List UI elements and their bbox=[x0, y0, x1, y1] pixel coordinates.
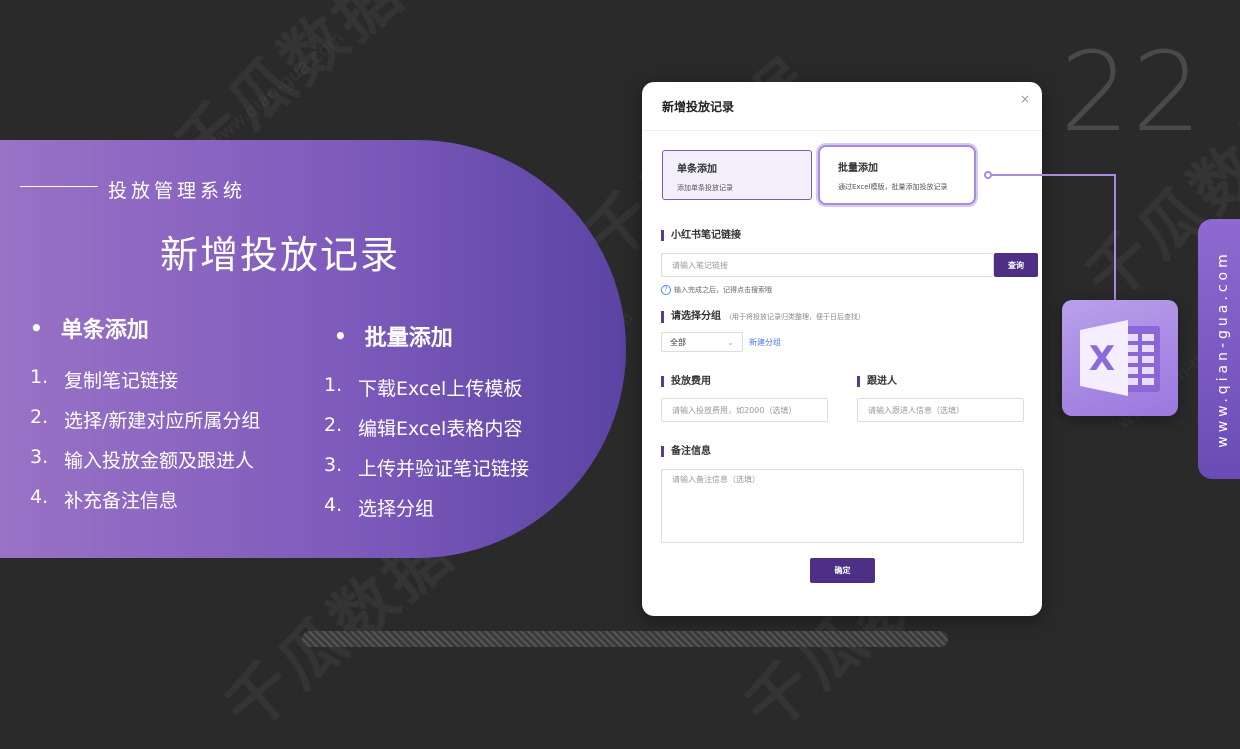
modal-divider bbox=[642, 130, 1042, 131]
step-text: 上传并验证笔记链接 bbox=[358, 458, 530, 480]
group-label-text: 请选择分组 bbox=[671, 311, 721, 322]
step-number: 2. bbox=[324, 414, 343, 436]
step-text: 复制笔记链接 bbox=[64, 370, 179, 392]
excel-letter: X bbox=[1089, 339, 1115, 379]
step-item: 3. 输入投放金额及跟进人 bbox=[30, 446, 260, 486]
subtitle-rule bbox=[20, 186, 98, 187]
batch-add-heading-text: 批量添加 bbox=[364, 326, 453, 351]
card-desc: 通过Excel模版，批量添加投放记录 bbox=[838, 183, 948, 191]
step-item: 4. 补充备注信息 bbox=[30, 486, 260, 526]
follower-input[interactable]: 请输入跟进人信息（选填） bbox=[857, 398, 1024, 422]
group-label: 请选择分组 （用于将投放记录归类整理，便于日后查找） bbox=[661, 311, 865, 323]
card-desc: 添加单条投放记录 bbox=[677, 184, 733, 192]
single-add-column: • 单条添加 1. 复制笔记链接 2. 选择/新建对应所属分组 3. 输入投放金额及跟… bbox=[30, 312, 260, 526]
modal-title: 新增投放记录 bbox=[662, 100, 735, 114]
bullet-dot: • bbox=[30, 316, 43, 340]
group-select[interactable]: 全部 ⌄ bbox=[661, 332, 743, 352]
step-item: 2. 编辑Excel表格内容 bbox=[324, 414, 529, 454]
step-item: 3. 上传并验证笔记链接 bbox=[324, 454, 529, 494]
step-number: 4. bbox=[30, 486, 49, 508]
search-tip: ? 输入完成之后，记得点击搜索哦 bbox=[661, 285, 772, 295]
step-text: 编辑Excel表格内容 bbox=[358, 418, 523, 440]
confirm-button[interactable]: 确定 bbox=[810, 558, 875, 583]
question-icon: ? bbox=[661, 285, 671, 295]
group-select-value: 全部 bbox=[670, 337, 686, 347]
step-item: 2. 选择/新建对应所属分组 bbox=[30, 406, 260, 446]
excel-icon: X bbox=[1062, 300, 1178, 416]
hero-title: 新增投放记录 bbox=[160, 233, 401, 277]
watermark-url: www.qian-gua.com bbox=[203, 27, 349, 154]
bullet-dot: • bbox=[334, 324, 347, 348]
step-text: 补充备注信息 bbox=[64, 490, 179, 512]
note-textarea[interactable]: 请输入备注信息（选填） bbox=[661, 469, 1024, 543]
page-number: 22 bbox=[1060, 28, 1204, 156]
batch-add-heading: • 批量添加 bbox=[334, 320, 529, 352]
batch-add-card[interactable]: 批量添加 通过Excel模版，批量添加投放记录 bbox=[818, 145, 976, 205]
single-add-heading-text: 单条添加 bbox=[60, 318, 149, 343]
tip-text: 输入完成之后，记得点击搜索哦 bbox=[674, 286, 772, 294]
step-number: 2. bbox=[30, 406, 49, 428]
card-title: 批量添加 bbox=[838, 163, 878, 174]
step-number: 3. bbox=[324, 454, 343, 476]
note-link-input[interactable]: 请输入笔记链接 bbox=[661, 253, 994, 277]
follower-label: 跟进人 bbox=[857, 376, 897, 387]
step-text: 输入投放金额及跟进人 bbox=[64, 450, 255, 472]
link-label: 小红书笔记链接 bbox=[661, 230, 741, 241]
step-text: 选择分组 bbox=[358, 498, 435, 520]
step-number: 1. bbox=[30, 366, 49, 388]
hero-subtitle: 投放管理系统 bbox=[108, 180, 247, 202]
chevron-down-icon: ⌄ bbox=[727, 337, 734, 347]
add-record-modal: 新增投放记录 × 单条添加 添加单条投放记录 批量添加 通过Excel模版，批量… bbox=[642, 82, 1042, 616]
step-number: 1. bbox=[324, 374, 343, 396]
cost-input[interactable]: 请输入投放费用，如2000（选填） bbox=[661, 398, 828, 422]
new-group-link[interactable]: 新建分组 bbox=[749, 337, 781, 348]
group-hint: （用于将投放记录归类整理，便于日后查找） bbox=[725, 313, 865, 321]
step-item: 1. 复制笔记链接 bbox=[30, 366, 260, 406]
close-icon[interactable]: × bbox=[1020, 92, 1030, 106]
excel-icon-graphic: X bbox=[1080, 320, 1160, 396]
decorative-stripes bbox=[302, 631, 948, 647]
step-item: 4. 选择分组 bbox=[324, 494, 529, 534]
note-label: 备注信息 bbox=[661, 446, 711, 457]
connector-dot bbox=[984, 171, 992, 179]
step-item: 1. 下载Excel上传模板 bbox=[324, 374, 529, 414]
single-add-heading: • 单条添加 bbox=[30, 312, 260, 344]
single-add-card[interactable]: 单条添加 添加单条投放记录 bbox=[662, 150, 812, 200]
card-title: 单条添加 bbox=[677, 164, 717, 175]
step-number: 4. bbox=[324, 494, 343, 516]
cost-label: 投放费用 bbox=[661, 376, 711, 387]
connector-line bbox=[988, 174, 1116, 304]
step-text: 选择/新建对应所属分组 bbox=[64, 410, 261, 432]
side-tab-text: www.qian-gua.com bbox=[1215, 250, 1231, 448]
step-number: 3. bbox=[30, 446, 49, 468]
side-tab: www.qian-gua.com bbox=[1198, 219, 1240, 479]
step-text: 下载Excel上传模板 bbox=[358, 378, 523, 400]
batch-add-column: • 批量添加 1. 下载Excel上传模板 2. 编辑Excel表格内容 3. 上传并… bbox=[324, 320, 529, 534]
